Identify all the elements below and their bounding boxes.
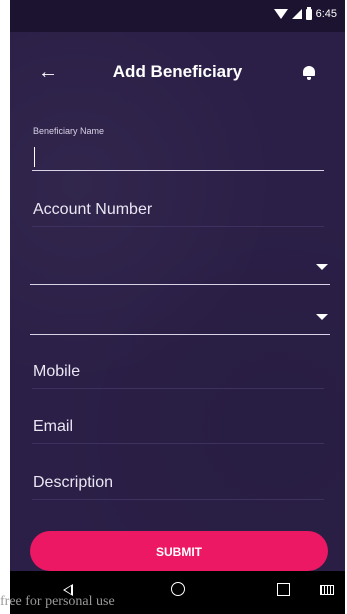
battery-icon (305, 6, 312, 20)
description-field[interactable]: Description (32, 467, 324, 500)
text-cursor (34, 147, 35, 167)
nav-home-icon[interactable] (171, 582, 185, 596)
beneficiary-name-label: Beneficiary Name (33, 126, 105, 136)
account-number-field[interactable]: Account Number (32, 194, 324, 227)
mobile-placeholder: Mobile (33, 363, 81, 380)
email-placeholder: Email (33, 418, 74, 435)
keyboard-icon[interactable] (320, 585, 334, 595)
dropdown-arrow-icon (316, 264, 328, 270)
nav-recent-apps-icon[interactable] (277, 583, 290, 596)
wifi-icon (273, 9, 288, 19)
toolbar: ← Add Beneficiary (10, 52, 345, 102)
notification-bell-icon[interactable] (303, 66, 315, 80)
mobile-field[interactable]: Mobile (32, 356, 324, 389)
beneficiary-name-input[interactable] (32, 140, 324, 171)
dropdown-arrow-icon (316, 314, 328, 320)
status-bar: 6:45 (10, 0, 345, 32)
page-title: Add Beneficiary (112, 62, 243, 81)
status-time: 6:45 (315, 8, 337, 20)
account-number-placeholder: Account Number (33, 201, 153, 218)
signal-icon (291, 9, 302, 19)
dropdown-select-1[interactable] (30, 252, 330, 285)
status-icons: 6:45 (273, 6, 337, 20)
email-field[interactable]: Email (32, 411, 324, 444)
watermark: free for personal use (0, 594, 115, 609)
description-placeholder: Description (33, 474, 114, 491)
phone-screen: 6:45 ← Add Beneficiary Beneficiary Name … (10, 0, 345, 614)
dropdown-select-2[interactable] (30, 302, 330, 335)
submit-button[interactable]: SUBMIT (30, 531, 328, 571)
